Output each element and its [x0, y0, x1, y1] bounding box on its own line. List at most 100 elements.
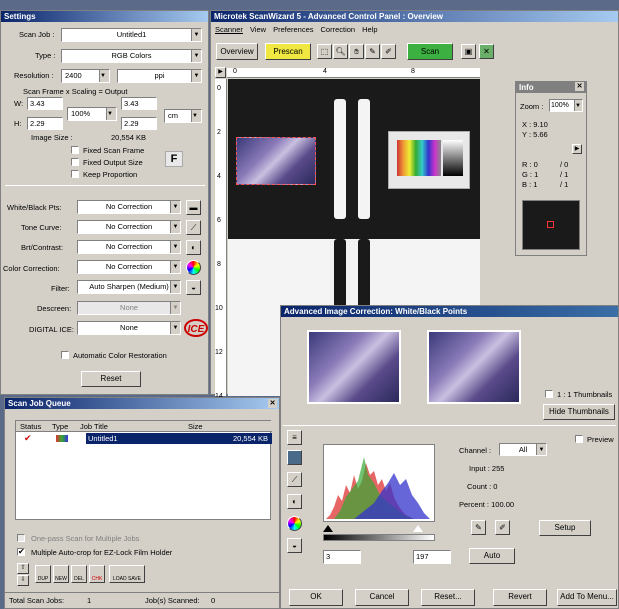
levels-icon[interactable]: ▬: [186, 200, 201, 215]
white-eyedropper-icon[interactable]: ✐: [495, 520, 510, 535]
close-icon[interactable]: ✕: [268, 399, 277, 408]
cancel-button[interactable]: Cancel: [355, 589, 409, 606]
pen-icon[interactable]: ✐: [381, 44, 396, 59]
delete-job-icon[interactable]: DEL: [71, 565, 87, 583]
output-height-input[interactable]: 2.29: [121, 117, 157, 130]
scan-button[interactable]: Scan: [407, 43, 453, 60]
duplicate-icon-label: DUP: [37, 576, 49, 582]
descreen-select[interactable]: None ▼: [77, 301, 181, 315]
close-icon[interactable]: ✕: [575, 82, 584, 91]
channel-select[interactable]: All ▼: [499, 443, 547, 456]
levels-icon[interactable]: ≡: [287, 430, 302, 445]
white-point-input[interactable]: 197: [413, 550, 451, 564]
prescan-button[interactable]: Prescan: [265, 43, 311, 60]
chevron-down-icon: ▼: [170, 201, 180, 213]
menu-view[interactable]: View: [250, 25, 266, 36]
setup-button[interactable]: Setup: [539, 520, 591, 536]
black-point-slider[interactable]: [323, 525, 333, 532]
overview-button[interactable]: Overview: [216, 43, 258, 60]
scaling-select[interactable]: 100% ▼: [67, 107, 117, 121]
camera-icon[interactable]: ▣: [461, 44, 476, 59]
arrow-right-icon[interactable]: ▶: [572, 144, 582, 154]
unit-select[interactable]: cm ▼: [164, 109, 202, 123]
digital-ice-select[interactable]: None ▼: [77, 321, 181, 335]
menu-help[interactable]: Help: [362, 25, 377, 36]
filter-icon[interactable]: ◒: [287, 538, 302, 553]
menu-preferences[interactable]: Preferences: [273, 25, 313, 36]
preview-checkbox[interactable]: [575, 435, 583, 443]
resolution-select[interactable]: 2400 ▼: [61, 69, 110, 83]
col-status[interactable]: Status: [20, 422, 41, 431]
navigator-preview[interactable]: [522, 200, 580, 250]
color-wheel-icon[interactable]: [287, 516, 302, 531]
black-eyedropper-icon[interactable]: ✎: [471, 520, 486, 535]
brightness-icon[interactable]: ◐: [186, 240, 201, 255]
color-correction-select[interactable]: No Correction ▼: [77, 260, 181, 274]
table-row[interactable]: ✔ Untitled1 20,554 KB: [16, 433, 272, 444]
tone-curve-select[interactable]: No Correction ▼: [77, 220, 181, 234]
hide-thumbnails-button[interactable]: Hide Thumbnails: [543, 404, 615, 420]
brightness-icon[interactable]: ◐: [287, 494, 302, 509]
move-up-icon[interactable]: ⇧: [17, 563, 29, 574]
ruler-label: 6: [217, 217, 221, 224]
duplicate-icon[interactable]: DUP: [35, 565, 51, 583]
keep-proportion-checkbox[interactable]: [71, 170, 79, 178]
hand-icon[interactable]: ✋︎: [349, 44, 364, 59]
fixed-output-size-checkbox[interactable]: [71, 158, 79, 166]
resolution-unit-select[interactable]: ppi ▼: [117, 69, 202, 83]
reset-button[interactable]: Reset: [81, 371, 141, 387]
filter-icon[interactable]: ◒: [186, 280, 201, 295]
descreen-label: Descreen:: [37, 304, 72, 313]
menu-scanner[interactable]: Scanner: [215, 25, 243, 36]
histogram[interactable]: [323, 444, 435, 522]
height-input[interactable]: 2.29: [27, 117, 63, 130]
multi-crop-checkbox[interactable]: ✔: [17, 548, 25, 556]
col-type[interactable]: Type: [52, 422, 68, 431]
type-select[interactable]: RGB Colors ▼: [61, 49, 202, 63]
curve-icon[interactable]: ⟋: [287, 472, 302, 487]
auto-button[interactable]: Auto: [469, 548, 515, 564]
percent-value: Percent : 100.00: [459, 500, 515, 509]
gradient-bar: [323, 534, 435, 541]
checkmark-icon: ✔: [24, 433, 32, 443]
reset-dialog-button[interactable]: Reset...: [421, 589, 475, 606]
output-width-input[interactable]: 3.43: [121, 97, 157, 110]
col-job-title[interactable]: Job Title: [80, 422, 108, 431]
one-pass-checkbox[interactable]: [17, 534, 25, 542]
menu-correction[interactable]: Correction: [321, 25, 356, 36]
width-input[interactable]: 3.43: [27, 97, 63, 110]
check-job-icon[interactable]: CHK: [89, 565, 105, 583]
thumbnails-1to1-checkbox[interactable]: [545, 390, 553, 398]
frame-tool-icon[interactable]: ⬚: [317, 44, 332, 59]
color-wheel-icon[interactable]: [186, 260, 201, 275]
curve-icon[interactable]: ⟋: [186, 220, 201, 235]
add-to-menu-button[interactable]: Add To Menu...: [557, 589, 617, 606]
brt-contrast-select[interactable]: No Correction ▼: [77, 240, 181, 254]
ruler-corner-icon[interactable]: ▶: [215, 67, 226, 78]
white-black-tool-icon[interactable]: [287, 450, 302, 465]
fixed-scan-frame-checkbox[interactable]: [71, 146, 79, 154]
white-black-select[interactable]: No Correction ▼: [77, 200, 181, 214]
black-point-input[interactable]: 3: [323, 550, 361, 564]
eyedropper-icon[interactable]: ✎: [365, 44, 380, 59]
scan-job-select[interactable]: Untitled1 ▼: [61, 28, 202, 42]
load-save-icon[interactable]: LOAD SAVE: [109, 565, 145, 583]
auto-restore-checkbox[interactable]: [61, 351, 69, 359]
zoom-icon[interactable]: 🔍︎: [333, 44, 348, 59]
scanned-photo-thumbnail[interactable]: [236, 137, 316, 185]
zoom-select[interactable]: 100% ▼: [549, 99, 583, 112]
revert-button[interactable]: Revert: [493, 589, 547, 606]
w-label: W:: [14, 99, 24, 108]
chevron-down-icon: ▼: [170, 302, 180, 314]
thumbnails-1to1-label: 1 : 1 Thumbnails: [557, 390, 613, 399]
col-size[interactable]: Size: [188, 422, 203, 431]
info-titlebar: Info ✕: [516, 82, 586, 93]
new-job-icon[interactable]: NEW: [53, 565, 69, 583]
settings-toggle-icon[interactable]: ✕: [479, 44, 494, 59]
white-point-slider[interactable]: [413, 525, 423, 532]
chevron-down-icon: ▼: [191, 50, 201, 62]
filter-select[interactable]: Auto Sharpen (Medium) ▼: [77, 280, 181, 294]
chevron-down-icon: ▼: [170, 281, 180, 293]
move-down-icon[interactable]: ⇩: [17, 575, 29, 586]
ok-button[interactable]: OK: [289, 589, 343, 606]
